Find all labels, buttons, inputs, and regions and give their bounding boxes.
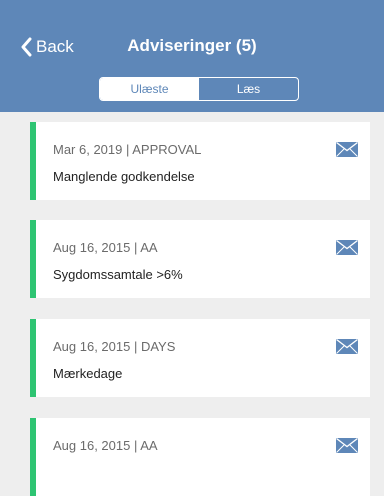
envelope-icon[interactable] bbox=[336, 339, 358, 354]
notification-item[interactable]: Aug 16, 2015 | AA bbox=[30, 418, 370, 496]
notification-subject: Mærkedage bbox=[53, 366, 123, 381]
notification-meta: Mar 6, 2019 | APPROVAL bbox=[53, 142, 202, 157]
app-header: Back Adviseringer (5) Ulæste Læs bbox=[0, 0, 384, 112]
page-title: Adviseringer (5) bbox=[127, 36, 257, 55]
tab-unread[interactable]: Ulæste bbox=[100, 78, 199, 100]
notification-meta: Aug 16, 2015 | AA bbox=[53, 438, 158, 453]
notification-item[interactable]: Mar 6, 2019 | APPROVAL Manglende godkend… bbox=[30, 122, 370, 200]
envelope-icon[interactable] bbox=[336, 240, 358, 255]
envelope-icon[interactable] bbox=[336, 438, 358, 453]
notification-meta: Aug 16, 2015 | AA bbox=[53, 240, 158, 255]
notification-item[interactable]: Aug 16, 2015 | DAYS Mærkedage bbox=[30, 319, 370, 397]
tab-read[interactable]: Læs bbox=[199, 78, 298, 100]
notification-subject: Manglende godkendelse bbox=[53, 169, 195, 184]
tab-segmented-control: Ulæste Læs bbox=[99, 77, 299, 101]
envelope-icon[interactable] bbox=[336, 142, 358, 157]
notification-subject: Sygdomssamtale >6% bbox=[53, 267, 183, 282]
notification-meta: Aug 16, 2015 | DAYS bbox=[53, 339, 176, 354]
notification-item[interactable]: Aug 16, 2015 | AA Sygdomssamtale >6% bbox=[30, 220, 370, 298]
